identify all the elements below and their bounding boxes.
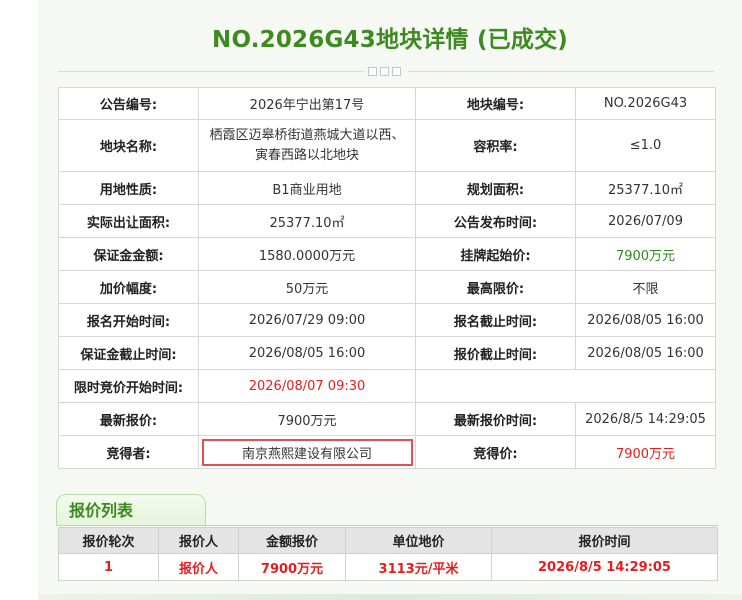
latest-bid-label: 最新报价: xyxy=(58,402,199,436)
winner-value: 南京燕熙建设有限公司 xyxy=(198,435,416,469)
bid-round: 1 xyxy=(58,553,159,581)
start-price-value: 7900万元 xyxy=(575,237,716,271)
latest-bid-time-value: 2026/8/5 14:29:05 xyxy=(575,402,716,436)
parcel-name-label: 地块名称: xyxy=(58,119,199,172)
col-time-header: 报价时间 xyxy=(491,527,718,554)
start-price-label: 挂牌起始价: xyxy=(415,237,576,271)
land-use-value: B1商业用地 xyxy=(198,171,416,205)
winning-price-value: 7900万元 xyxy=(575,435,716,469)
signup-start-value: 2026/07/29 09:00 xyxy=(198,303,416,337)
land-detail-table: 公告编号: 2026年宁出第17号 地块编号: NO.2026G43 地块名称:… xyxy=(58,87,716,469)
latest-bid-value: 7900万元 xyxy=(198,402,416,436)
plot-ratio-value: ≤1.0 xyxy=(575,119,716,172)
auction-start-value: 2026/08/07 09:30 xyxy=(198,369,416,403)
footer-decoration xyxy=(38,594,742,600)
transfer-area-label: 实际出让面积: xyxy=(58,204,199,238)
col-unit-price-header: 单位地价 xyxy=(345,527,492,554)
bid-time: 2026/8/5 14:29:05 xyxy=(491,553,718,581)
transfer-area-value: 25377.10㎡ xyxy=(198,204,416,238)
deposit-deadline-value: 2026/08/05 16:00 xyxy=(198,336,416,370)
deposit-deadline-label: 保证金截止时间: xyxy=(58,336,199,370)
publish-date-label: 公告发布时间: xyxy=(415,204,576,238)
table-row: 最新报价: 7900万元 最新报价时间: 2026/8/5 14:29:05 xyxy=(58,402,716,436)
increment-value: 50万元 xyxy=(198,270,416,304)
bid-bidder: 报价人 xyxy=(158,553,239,581)
winner-label: 竞得者: xyxy=(58,435,199,469)
table-row: 限时竞价开始时间: 2026/08/07 09:30 xyxy=(58,369,716,403)
auction-start-label: 限时竞价开始时间: xyxy=(58,369,199,403)
plot-ratio-label: 容积率: xyxy=(415,119,576,172)
table-row: 地块名称: 栖霞区迈皋桥街道燕城大道以西、寅春西路以北地块 容积率: ≤1.0 xyxy=(58,119,716,172)
table-row: 保证金金额: 1580.0000万元 挂牌起始价: 7900万元 xyxy=(58,237,716,271)
deposit-label: 保证金金额: xyxy=(58,237,199,271)
title-divider xyxy=(58,67,714,77)
publish-date-value: 2026/07/09 xyxy=(575,204,716,238)
table-row: 报名开始时间: 2026/07/29 09:00 报名截止时间: 2026/08… xyxy=(58,303,716,337)
max-price-label: 最高限价: xyxy=(415,270,576,304)
announcement-no-value: 2026年宁出第17号 xyxy=(198,87,416,120)
max-price-value: 不限 xyxy=(575,270,716,304)
announcement-no-label: 公告编号: xyxy=(58,87,199,120)
page-title: NO.2026G43地块详情 (已成交) xyxy=(212,27,568,53)
col-amount-header: 金额报价 xyxy=(238,527,346,554)
bid-amount: 7900万元 xyxy=(238,553,346,581)
bid-list-table: 报价轮次 报价人 金额报价 单位地价 报价时间 1 报价人 7900万元 311… xyxy=(58,527,718,581)
latest-bid-time-label: 最新报价时间: xyxy=(415,402,576,436)
planned-area-value: 25377.10㎡ xyxy=(575,171,716,205)
land-use-label: 用地性质: xyxy=(58,171,199,205)
table-row: 保证金截止时间: 2026/08/05 16:00 报价截止时间: 2026/0… xyxy=(58,336,716,370)
bid-deadline-label: 报价截止时间: xyxy=(415,336,576,370)
col-bidder-header: 报价人 xyxy=(158,527,239,554)
deposit-value: 1580.0000万元 xyxy=(198,237,416,271)
bid-header-row: 报价轮次 报价人 金额报价 单位地价 报价时间 xyxy=(58,527,718,554)
tab-bid-list[interactable]: 报价列表 xyxy=(56,494,206,526)
winning-price-label: 竞得价: xyxy=(415,435,576,469)
empty-cell xyxy=(415,369,716,403)
table-row: 竞得者: 南京燕熙建设有限公司 竞得价: 7900万元 xyxy=(58,435,716,469)
planned-area-label: 规划面积: xyxy=(415,171,576,205)
signup-end-value: 2026/08/05 16:00 xyxy=(575,303,716,337)
increment-label: 加价幅度: xyxy=(58,270,199,304)
table-row: 公告编号: 2026年宁出第17号 地块编号: NO.2026G43 xyxy=(58,87,716,120)
bid-deadline-value: 2026/08/05 16:00 xyxy=(575,336,716,370)
parcel-name-value: 栖霞区迈皋桥街道燕城大道以西、寅春西路以北地块 xyxy=(198,119,416,172)
table-row: 加价幅度: 50万元 最高限价: 不限 xyxy=(58,270,716,304)
col-round-header: 报价轮次 xyxy=(58,527,159,554)
table-row: 实际出让面积: 25377.10㎡ 公告发布时间: 2026/07/09 xyxy=(58,204,716,238)
signup-end-label: 报名截止时间: xyxy=(415,303,576,337)
bid-unit-price: 3113元/平米 xyxy=(345,553,492,581)
parcel-no-value: NO.2026G43 xyxy=(575,87,716,120)
table-row: 1 报价人 7900万元 3113元/平米 2026/8/5 14:29:05 xyxy=(58,553,718,581)
tab-underline xyxy=(56,525,718,526)
parcel-no-label: 地块编号: xyxy=(415,87,576,120)
table-row: 用地性质: B1商业用地 规划面积: 25377.10㎡ xyxy=(58,171,716,205)
signup-start-label: 报名开始时间: xyxy=(58,303,199,337)
